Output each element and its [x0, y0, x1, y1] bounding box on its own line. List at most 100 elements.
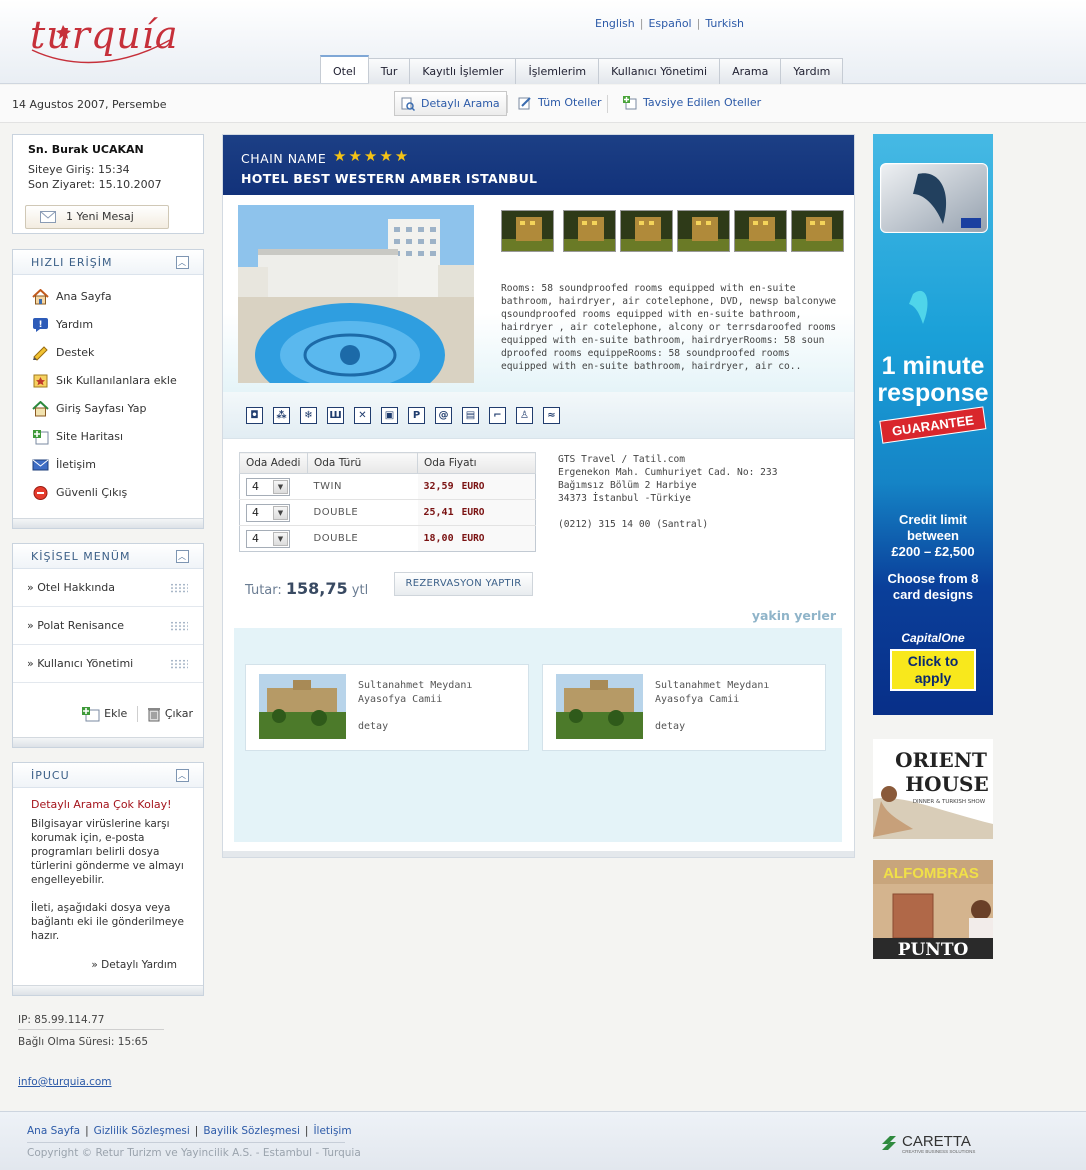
- current-date: 14 Agustos 2007, Persembe: [12, 98, 167, 111]
- ad-graphic: ORIENT HOUSE DINNER & TURKISH SHOW: [873, 739, 993, 839]
- new-message-button[interactable]: 1 Yeni Mesaj: [25, 205, 169, 229]
- footer-link-privacy[interactable]: Gizlilik Sözleşmesi: [94, 1125, 190, 1137]
- detail-link[interactable]: detay: [655, 721, 685, 732]
- gallery-thumbnail[interactable]: [620, 210, 673, 252]
- ad-title: ALFOMBRAS: [883, 865, 979, 882]
- thumbnail-image: [621, 211, 672, 251]
- nearby-place-name: Sultanahmet Meydanı: [655, 680, 770, 691]
- contact-email-link[interactable]: info@turquia.com: [18, 1076, 112, 1088]
- ad-text: Choose from 8: [887, 571, 978, 586]
- nearby-card[interactable]: Sultanahmet Meydanı Ayasofya Camii detay: [245, 664, 529, 751]
- add-button[interactable]: Ekle: [81, 706, 127, 722]
- hotel-main-photo[interactable]: [238, 205, 474, 383]
- collapse-icon[interactable]: ︿: [176, 550, 189, 563]
- caretta-logo[interactable]: CARETTA CREATIVE BUSINESS SOLUTIONS: [880, 1132, 990, 1157]
- reserve-button[interactable]: REZERVASYON YAPTIR: [394, 572, 533, 596]
- quick-item-favorites[interactable]: Sık Kullanılanlara ekle: [13, 367, 203, 395]
- kids-icon: ⁂: [273, 407, 290, 424]
- quick-item-help[interactable]: ! Yardım: [13, 311, 203, 339]
- tab-yardim[interactable]: Yardım: [781, 58, 844, 84]
- personal-item-polat-renisance[interactable]: » Polat Renisance: [13, 607, 203, 645]
- detailed-search-button[interactable]: Detaylı Arama: [394, 91, 507, 116]
- gallery-thumbnail[interactable]: [677, 210, 730, 252]
- lang-turkish[interactable]: Turkish: [705, 17, 744, 30]
- personal-item-label: » Polat Renisance: [27, 619, 125, 632]
- quantity-select[interactable]: 4 ▼: [246, 503, 290, 522]
- ad-graphic: ALFOMBRAS PUNTO: [873, 860, 993, 959]
- alfombras-punto-ad[interactable]: ALFOMBRAS PUNTO: [873, 860, 993, 959]
- all-hotels-button[interactable]: Tüm Oteller: [512, 91, 602, 116]
- address-line: GTS Travel / Tatil.com: [558, 454, 686, 465]
- divider: [18, 1029, 164, 1030]
- gallery-thumbnail[interactable]: [563, 210, 616, 252]
- personal-item-otel-hakkinda[interactable]: » Otel Hakkında: [13, 569, 203, 607]
- drag-handle-icon[interactable]: [170, 583, 188, 593]
- quick-item-label: Sık Kullanılanlara ekle: [56, 374, 177, 387]
- chevron-down-icon[interactable]: ▼: [273, 505, 288, 520]
- support-icon: [33, 346, 48, 361]
- table-row: 4 ▼ TWIN 32,59 EURO: [239, 473, 536, 500]
- star-rating: ★★★★★: [333, 147, 411, 165]
- recommended-hotels-button[interactable]: Tavsiye Edilen Oteller: [617, 91, 761, 116]
- quantity-select[interactable]: 4 ▼: [246, 477, 290, 496]
- drag-handle-icon[interactable]: [170, 621, 188, 631]
- tab-otel[interactable]: Otel: [320, 55, 369, 83]
- site-logo[interactable]: turquía: [30, 10, 180, 81]
- footer-link-contact[interactable]: İletişim: [313, 1125, 351, 1137]
- collapse-icon[interactable]: ︿: [176, 256, 189, 269]
- qty-cell: 4 ▼: [239, 525, 308, 552]
- thumbnail-image: [792, 211, 843, 251]
- hotel-pool-image: [238, 205, 474, 383]
- tv-icon: ▣: [381, 407, 398, 424]
- capitalone-banner-ad[interactable]: 1 minute response GUARANTEE Credit limit…: [873, 134, 993, 715]
- quantity-value: 4: [252, 531, 259, 545]
- tab-kayitli-islemler[interactable]: Kayıtlı İşlemler: [410, 58, 517, 84]
- recommended-icon: [623, 96, 637, 110]
- orient-house-ad[interactable]: ORIENT HOUSE DINNER & TURKISH SHOW: [873, 739, 993, 839]
- total-unit: ytl: [351, 583, 369, 598]
- quick-item-contact[interactable]: İletişim: [13, 451, 203, 479]
- chevron-down-icon[interactable]: ▼: [273, 531, 288, 546]
- nearby-image: [259, 674, 346, 739]
- thumbnail-image: [502, 211, 553, 251]
- quick-item-logout[interactable]: Güvenli Çıkış: [13, 479, 203, 507]
- quantity-select[interactable]: 4 ▼: [246, 529, 290, 548]
- caretta-logo-graphic: CARETTA CREATIVE BUSINESS SOLUTIONS: [882, 1133, 975, 1154]
- tab-islemlerim[interactable]: İşlemlerim: [516, 58, 600, 84]
- personal-item-kullanici-yonetimi[interactable]: » Kullanıcı Yönetimi: [13, 645, 203, 683]
- quantity-value: 4: [252, 479, 259, 493]
- quick-item-set-homepage[interactable]: Giriş Sayfası Yap: [13, 395, 203, 423]
- place-photo: [556, 674, 643, 739]
- minibar-icon: ▤: [462, 407, 479, 424]
- new-message-label: 1 Yeni Mesaj: [66, 210, 134, 223]
- tab-arama[interactable]: Arama: [720, 58, 782, 84]
- quick-item-support[interactable]: Destek: [13, 339, 203, 367]
- chevron-down-icon[interactable]: ▼: [273, 479, 288, 494]
- search-doc-icon: [401, 97, 415, 111]
- quick-item-home[interactable]: Ana Sayfa: [13, 283, 203, 311]
- tab-tur[interactable]: Tur: [368, 58, 411, 84]
- gallery-thumbnail[interactable]: [501, 210, 554, 252]
- detailed-help-link[interactable]: » Detaylı Yardım: [91, 959, 177, 971]
- nearby-card[interactable]: Sultanahmet Meydanı Ayasofya Camii detay: [542, 664, 826, 751]
- lang-english[interactable]: English: [595, 17, 635, 30]
- detail-link[interactable]: detay: [358, 721, 388, 732]
- gallery-thumbnail[interactable]: [734, 210, 787, 252]
- quick-item-sitemap[interactable]: Site Haritası: [13, 423, 203, 451]
- footer: Ana Sayfa | Gizlilik Sözleşmesi | Bayilik Sö…: [0, 1111, 1086, 1170]
- gallery-thumbnail[interactable]: [791, 210, 844, 252]
- svg-text:!: !: [38, 320, 42, 330]
- detailed-search-label: Detaylı Arama: [421, 97, 500, 110]
- footer-link-dealer[interactable]: Bayilik Sözleşmesi: [203, 1125, 300, 1137]
- divider: [136, 706, 138, 722]
- lang-spanish[interactable]: Español: [648, 17, 691, 30]
- remove-button[interactable]: Çıkar: [147, 706, 193, 722]
- tab-kullanici-yonetimi[interactable]: Kullanıcı Yönetimi: [599, 58, 721, 84]
- room-type: DOUBLE: [307, 525, 418, 552]
- amenities-bar: ◘ ⁂ ❄ Ш ✕ ▣ P @ ▤ ⌐ ♙ ≈: [223, 392, 854, 439]
- drag-handle-icon[interactable]: [170, 659, 188, 669]
- hotel-name: HOTEL BEST WESTERN AMBER ISTANBUL: [241, 171, 538, 186]
- add-remove-controls: Ekle Çıkar: [81, 706, 193, 722]
- footer-link-home[interactable]: Ana Sayfa: [27, 1125, 80, 1137]
- collapse-icon[interactable]: ︿: [176, 769, 189, 782]
